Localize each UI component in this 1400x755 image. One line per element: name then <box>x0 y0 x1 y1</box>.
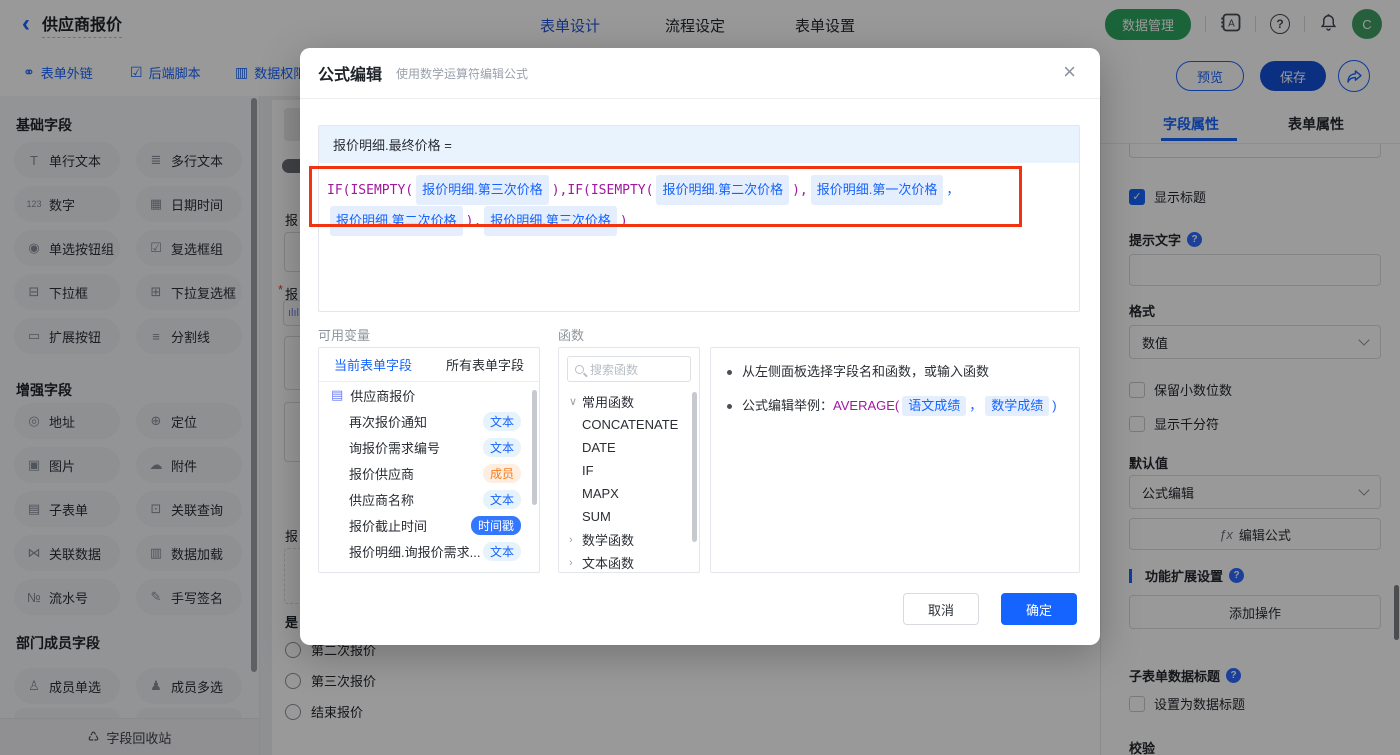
formula-code[interactable]: IF(ISEMPTY(报价明细.第三次价格),IF(ISEMPTY(报价明细.第… <box>319 163 1079 237</box>
bullet-icon <box>727 404 732 409</box>
close-icon[interactable]: × <box>1063 61 1076 83</box>
variable-row[interactable]: 供应商名称 文本 <box>319 486 539 512</box>
variable-row[interactable]: 报价供应商 成员 <box>319 460 539 486</box>
function-item-IF[interactable]: IF <box>559 459 699 482</box>
search-placeholder: 搜索函数 <box>590 362 639 377</box>
formula-text: ) <box>1052 398 1057 413</box>
dialog-subtitle: 使用数学运算符编辑公式 <box>396 66 529 81</box>
formula-line: 报价明细.第二次价格), 报价明细.第三次价格) <box>327 206 1071 237</box>
function-group-文本函数[interactable]: › 文本函数 <box>559 551 699 572</box>
field-token[interactable]: 报价明细.第三次价格 <box>484 206 617 236</box>
variable-name: 报价明细.询报价需求... <box>349 544 481 560</box>
formula-text: ， <box>946 183 960 198</box>
field-type-badge: 文本 <box>482 411 521 431</box>
formula-text: ), <box>465 214 482 229</box>
function-group-label: 文本函数 <box>582 556 635 571</box>
help-line: 从左侧面板选择字段名和函数，或输入函数 <box>727 362 1063 382</box>
field-type-badge: 成员 <box>482 463 521 483</box>
formula-help-panel: 从左侧面板选择字段名和函数，或输入函数 公式编辑举例：AVERAGE(语文成绩，… <box>710 347 1080 573</box>
function-group-label: 常用函数 <box>582 395 635 410</box>
formula-text: AVERAGE( <box>833 398 900 413</box>
field-type-badge: 时间戳 <box>470 515 521 535</box>
variable-row[interactable]: 再次报价通知 文本 <box>319 408 539 434</box>
formula-result-label: 报价明细.最终价格 = <box>319 126 1079 163</box>
function-group-数学函数[interactable]: › 数学函数 <box>559 528 699 551</box>
variable-row[interactable]: 报价截止时间 时间戳 <box>319 512 539 538</box>
list-scrollbar[interactable] <box>692 392 697 542</box>
formula-line: IF(ISEMPTY(报价明细.第三次价格),IF(ISEMPTY(报价明细.第… <box>327 175 1071 206</box>
variable-name: 报价供应商 <box>349 466 415 482</box>
field-token[interactable]: 报价明细.第三次价格 <box>416 175 549 205</box>
formula-text: ) <box>619 214 628 229</box>
app-root: ‹ 供应商报价 表单设计 流程设定 表单设置 数据管理 A ? C ⚭ 表单外链 ☑ 后端… <box>0 0 1400 755</box>
variable-name: 询报价需求编号 <box>349 440 441 456</box>
field-token[interactable]: 报价明细.第一次价格 <box>810 175 944 205</box>
formula-text: IF(ISEMPTY( <box>327 183 414 198</box>
function-group-label: 数学函数 <box>582 533 635 548</box>
field-token[interactable]: 语文成绩 <box>902 396 967 416</box>
variable-name: 供应商名称 <box>349 492 415 508</box>
search-icon <box>575 364 584 374</box>
tab-current-form-fields[interactable]: 当前表单字段 <box>334 355 412 374</box>
function-search-input[interactable]: 搜索函数 <box>567 356 691 382</box>
formula-editor[interactable]: 报价明细.最终价格 = IF(ISEMPTY(报价明细.第三次价格),IF(IS… <box>318 125 1080 312</box>
field-type-badge: 文本 <box>482 437 521 457</box>
field-type-badge: 文本 <box>482 541 521 561</box>
dialog-header: 公式编辑 使用数学运算符编辑公式 <box>300 48 1100 99</box>
formula-text: ),IF(ISEMPTY( <box>551 183 654 198</box>
function-item-CONCATENATE[interactable]: CONCATENATE <box>559 413 699 436</box>
variables-tabs: 当前表单字段 所有表单字段 <box>319 348 539 382</box>
bullet-icon <box>727 370 732 375</box>
formula-edit-dialog: 公式编辑 使用数学运算符编辑公式 × 报价明细.最终价格 = IF(ISEMPT… <box>300 48 1100 645</box>
dialog-title: 公式编辑 <box>318 67 383 84</box>
variable-name: 再次报价通知 <box>349 414 428 430</box>
variable-root-name: 供应商报价 <box>350 388 416 404</box>
formula-text: ), <box>792 183 808 198</box>
variable-row[interactable]: 询报价需求编号 文本 <box>319 434 539 460</box>
help-line-example: 公式编辑举例：AVERAGE(语文成绩，数学成绩) <box>727 396 1063 416</box>
function-group-常用函数[interactable]: ∨ 常用函数 <box>559 390 699 413</box>
field-type-badge: 文本 <box>482 489 521 509</box>
chevron-right-icon: › <box>569 533 573 546</box>
function-item-MAPX[interactable]: MAPX <box>559 482 699 505</box>
variable-root-row[interactable]: ▤ 供应商报价 <box>319 382 539 408</box>
function-item-SUM[interactable]: SUM <box>559 505 699 528</box>
form-doc-icon: ▤ <box>331 387 344 402</box>
variable-row[interactable]: 报价明细.询报价需求... 文本 <box>319 538 539 564</box>
functions-panel: 搜索函数 ∨ 常用函数 CONCATENATE DATE IF MAPX SUM › 数学函数 ›… <box>558 347 700 573</box>
field-token[interactable]: 数学成绩 <box>985 396 1050 416</box>
confirm-button[interactable]: 确定 <box>1001 593 1077 625</box>
variable-name: 报价截止时间 <box>349 518 428 534</box>
variables-label: 可用变量 <box>318 328 371 343</box>
tab-all-form-fields[interactable]: 所有表单字段 <box>446 355 524 374</box>
variables-panel: 当前表单字段 所有表单字段 ▤ 供应商报价 再次报价通知 文本 询报价需求编号 文本 报价供… <box>318 347 540 573</box>
chevron-down-icon: ∨ <box>569 396 578 408</box>
formula-text: ， <box>969 398 983 413</box>
function-item-DATE[interactable]: DATE <box>559 436 699 459</box>
list-scrollbar[interactable] <box>532 390 537 505</box>
cancel-button[interactable]: 取消 <box>903 593 979 625</box>
field-token[interactable]: 报价明细.第二次价格 <box>656 175 790 205</box>
field-token[interactable]: 报价明细.第二次价格 <box>330 206 463 236</box>
chevron-right-icon: › <box>569 556 573 569</box>
functions-label: 函数 <box>558 328 585 343</box>
